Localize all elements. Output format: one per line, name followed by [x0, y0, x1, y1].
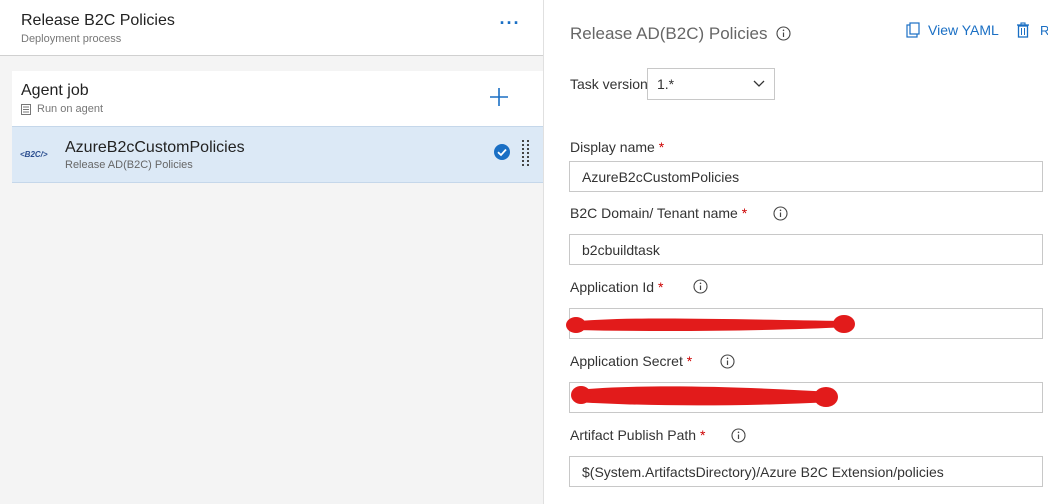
- info-icon[interactable]: [773, 206, 788, 221]
- trash-icon[interactable]: [1016, 22, 1030, 38]
- display-name-label: Display name *: [570, 139, 665, 155]
- task-version-label: Task version: [570, 76, 648, 92]
- required-mark: *: [741, 205, 748, 221]
- info-icon[interactable]: [731, 428, 746, 443]
- panel-title: Release AD(B2C) Policies: [570, 24, 768, 43]
- view-yaml-label: View YAML: [928, 22, 999, 38]
- application-id-label: Application Id *: [570, 279, 664, 295]
- task-settings-pane: Release AD(B2C) Policies View YAML R Tas…: [544, 0, 1048, 504]
- b2c-task-icon: <B2C/>: [20, 150, 48, 159]
- task-subtitle: Release AD(B2C) Policies: [65, 159, 193, 171]
- tenant-name-label: B2C Domain/ Tenant name *: [570, 205, 748, 221]
- info-icon[interactable]: [776, 26, 791, 41]
- task-item-azureb2c[interactable]: <B2C/> AzureB2cCustomPolicies Release AD…: [12, 126, 543, 183]
- view-yaml-button[interactable]: View YAML: [906, 22, 999, 38]
- required-mark: *: [699, 427, 706, 443]
- redaction-mark: [571, 386, 838, 407]
- tenant-name-input[interactable]: [569, 234, 1043, 265]
- task-version-select[interactable]: 1.*: [647, 68, 775, 100]
- more-options-button[interactable]: ···: [498, 14, 522, 38]
- agent-job-subtitle-text: Run on agent: [37, 103, 104, 115]
- required-mark: *: [686, 353, 693, 369]
- task-version-value: 1.*: [657, 76, 675, 92]
- application-secret-label: Application Secret *: [570, 353, 693, 369]
- server-icon: [21, 103, 31, 115]
- clipboard-icon: [906, 22, 920, 38]
- redaction-mark: [566, 315, 855, 333]
- required-mark: *: [657, 279, 664, 295]
- required-mark: *: [658, 139, 665, 155]
- add-task-button[interactable]: [486, 84, 512, 110]
- agent-job-title: Agent job: [21, 82, 89, 99]
- info-icon[interactable]: [693, 279, 708, 294]
- pipeline-title: Release B2C Policies: [21, 12, 175, 29]
- task-title: AzureB2cCustomPolicies: [65, 139, 245, 156]
- pipeline-header: Release B2C Policies Deployment process …: [0, 0, 543, 56]
- agent-job-subtitle: Run on agent: [21, 103, 103, 115]
- drag-handle-icon[interactable]: [521, 139, 531, 169]
- pipeline-subtitle: Deployment process: [21, 33, 122, 45]
- check-circle-icon: [494, 144, 510, 160]
- chevron-down-icon: [753, 80, 765, 87]
- info-icon[interactable]: [720, 354, 735, 369]
- artifact-path-input[interactable]: [569, 456, 1043, 487]
- artifact-path-label: Artifact Publish Path *: [570, 427, 706, 443]
- remove-button-label[interactable]: R: [1040, 23, 1048, 38]
- agent-job-item[interactable]: Agent job Run on agent: [12, 71, 543, 127]
- display-name-input[interactable]: [569, 161, 1043, 192]
- pipeline-pane: Release B2C Policies Deployment process …: [0, 0, 544, 504]
